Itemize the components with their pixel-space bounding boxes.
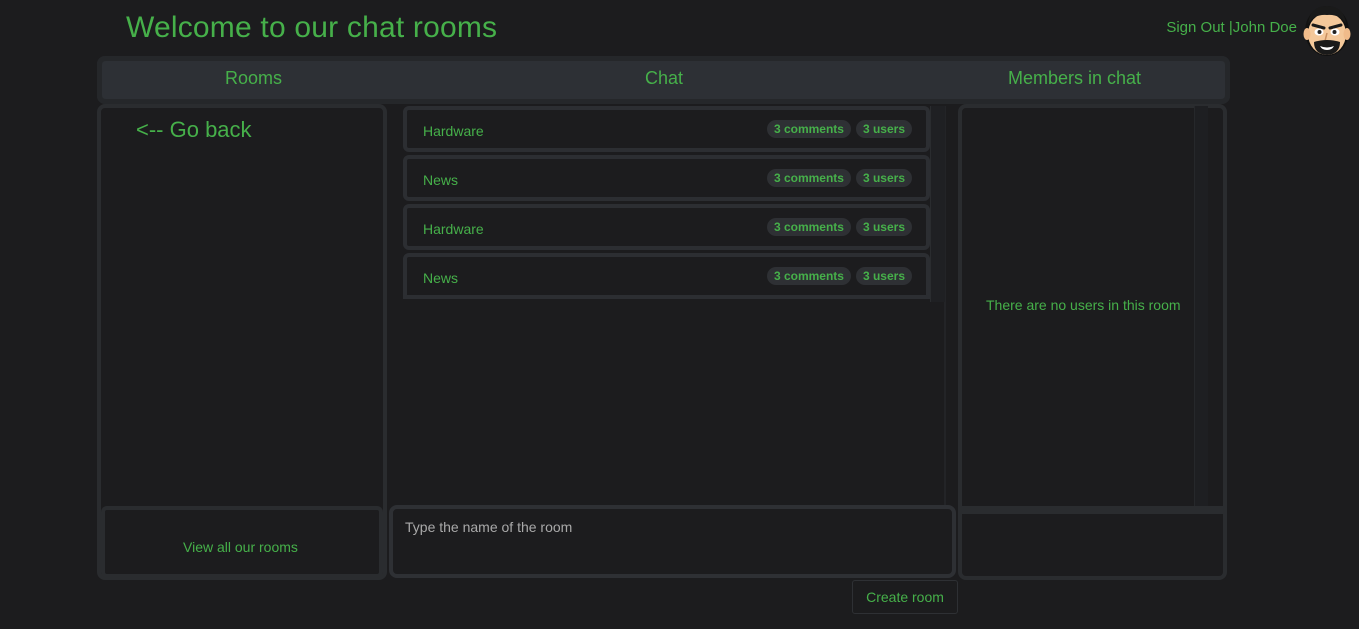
comments-badge: 3 comments <box>766 169 851 187</box>
users-badge: 3 users <box>855 218 912 236</box>
no-users-message: There are no users in this room <box>986 297 1181 313</box>
comments-badge: 3 comments <box>766 218 851 236</box>
comments-badge: 3 comments <box>766 120 851 138</box>
chat-column-header: Chat <box>645 68 684 88</box>
room-name-input[interactable] <box>389 505 956 578</box>
room-name: News <box>423 270 459 286</box>
create-room-button[interactable]: Create room <box>852 580 958 614</box>
avatar[interactable] <box>1300 2 1354 58</box>
column-header-bar: Rooms Chat Members in chat <box>97 56 1230 104</box>
room-name: Hardware <box>423 123 484 139</box>
room-list-scrollbar[interactable] <box>930 106 945 302</box>
members-column-header: Members in chat <box>1008 68 1142 88</box>
room-item[interactable]: News 3 comments 3 users <box>403 253 930 299</box>
room-item[interactable]: Hardware 3 comments 3 users <box>403 106 930 152</box>
room-item[interactable]: News 3 comments 3 users <box>403 155 930 201</box>
room-list: Hardware 3 comments 3 users News 3 comme… <box>403 106 946 506</box>
members-scrollbar[interactable] <box>1194 106 1208 506</box>
go-back-link[interactable]: <-- Go back <box>136 117 252 143</box>
view-all-rooms-link[interactable]: View all our rooms <box>183 539 298 555</box>
page-title: Welcome to our chat rooms <box>126 11 498 44</box>
page: Welcome to our chat rooms Sign Out |John… <box>0 0 1359 629</box>
comments-badge: 3 comments <box>766 267 851 285</box>
room-name: Hardware <box>423 221 484 237</box>
sign-out-link[interactable]: Sign Out | <box>1166 19 1232 36</box>
rooms-column-header: Rooms <box>225 68 283 88</box>
users-badge: 3 users <box>855 120 912 138</box>
user-name[interactable]: John Doe <box>1233 19 1297 36</box>
user-box: Sign Out |John Doe <box>1166 19 1297 36</box>
users-badge: 3 users <box>855 267 912 285</box>
room-name: News <box>423 172 459 188</box>
members-divider <box>961 506 1223 514</box>
users-badge: 3 users <box>855 169 912 187</box>
room-item[interactable]: Hardware 3 comments 3 users <box>403 204 930 250</box>
